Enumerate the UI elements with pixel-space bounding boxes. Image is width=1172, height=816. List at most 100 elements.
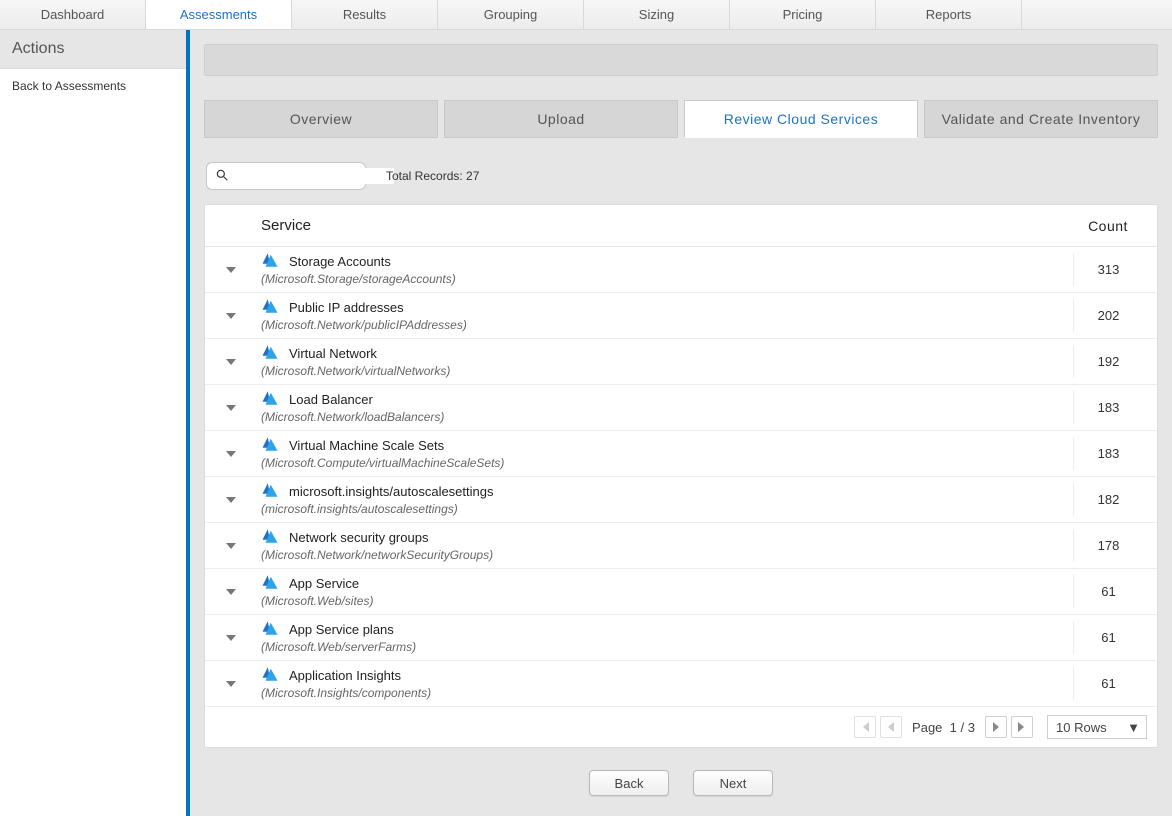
- service-name: Network security groups: [289, 530, 428, 545]
- table-row: Virtual Network (Microsoft.Network/virtu…: [205, 339, 1157, 385]
- count-cell: 313: [1073, 253, 1143, 286]
- search-row: Total Records: 27: [206, 162, 1158, 190]
- inner-tab-review-cloud-services[interactable]: Review Cloud Services: [684, 100, 918, 138]
- pager-next-button[interactable]: [985, 716, 1007, 738]
- expand-row-button[interactable]: [219, 626, 243, 650]
- expand-row-button[interactable]: [219, 534, 243, 558]
- service-subtext: (microsoft.insights/autoscalesettings): [261, 502, 1073, 516]
- service-cell: Virtual Machine Scale Sets (Microsoft.Co…: [261, 437, 1073, 470]
- inner-tab-upload[interactable]: Upload: [444, 100, 678, 138]
- table-row: Load Balancer (Microsoft.Network/loadBal…: [205, 385, 1157, 431]
- table-row: App Service plans (Microsoft.Web/serverF…: [205, 615, 1157, 661]
- service-subtext: (Microsoft.Web/sites): [261, 594, 1073, 608]
- service-cell: Storage Accounts (Microsoft.Storage/stor…: [261, 253, 1073, 286]
- table-row: App Service (Microsoft.Web/sites) 61: [205, 569, 1157, 615]
- pager-first-button[interactable]: [854, 716, 876, 738]
- rows-per-page-label: 10 Rows: [1056, 720, 1107, 735]
- expand-row-button[interactable]: [219, 258, 243, 282]
- tab-assessments[interactable]: Assessments: [146, 0, 292, 29]
- count-cell: 178: [1073, 529, 1143, 562]
- total-records-label: Total Records: 27: [386, 169, 479, 183]
- azure-icon: [261, 253, 279, 270]
- azure-icon: [261, 529, 279, 546]
- service-cell: Virtual Network (Microsoft.Network/virtu…: [261, 345, 1073, 378]
- service-cell: App Service plans (Microsoft.Web/serverF…: [261, 621, 1073, 654]
- pager-last-button[interactable]: [1011, 716, 1033, 738]
- search-input[interactable]: [235, 168, 394, 184]
- tab-sizing[interactable]: Sizing: [584, 0, 730, 29]
- azure-icon: [261, 299, 279, 316]
- service-name: App Service plans: [289, 622, 394, 637]
- azure-icon: [261, 483, 279, 500]
- service-name: Load Balancer: [289, 392, 373, 407]
- service-subtext: (Microsoft.Web/serverFarms): [261, 640, 1073, 654]
- main-content: Overview Upload Review Cloud Services Va…: [190, 30, 1172, 816]
- tab-dashboard[interactable]: Dashboard: [0, 0, 146, 29]
- tab-grouping[interactable]: Grouping: [438, 0, 584, 29]
- back-to-assessments-link[interactable]: Back to Assessments: [0, 69, 186, 103]
- inner-tabs: Overview Upload Review Cloud Services Va…: [204, 100, 1158, 138]
- expand-row-button[interactable]: [219, 488, 243, 512]
- azure-icon: [261, 391, 279, 408]
- chevron-down-icon: ▼: [1127, 720, 1140, 735]
- azure-icon: [261, 345, 279, 362]
- azure-icon: [261, 621, 279, 638]
- back-button[interactable]: Back: [589, 770, 669, 796]
- service-name: Public IP addresses: [289, 300, 404, 315]
- expand-row-button[interactable]: [219, 304, 243, 328]
- table-row: Network security groups (Microsoft.Netwo…: [205, 523, 1157, 569]
- service-cell: App Service (Microsoft.Web/sites): [261, 575, 1073, 608]
- service-cell: microsoft.insights/autoscalesettings (mi…: [261, 483, 1073, 516]
- service-subtext: (Microsoft.Network/networkSecurityGroups…: [261, 548, 1073, 562]
- service-name: App Service: [289, 576, 359, 591]
- service-name: Storage Accounts: [289, 254, 391, 269]
- search-icon: [215, 168, 229, 185]
- table-row: microsoft.insights/autoscalesettings (mi…: [205, 477, 1157, 523]
- azure-icon: [261, 575, 279, 592]
- pager-prev-button[interactable]: [880, 716, 902, 738]
- page-label: Page 1 / 3: [912, 720, 975, 735]
- table-header: Service Count: [205, 205, 1157, 247]
- table-row: Application Insights (Microsoft.Insights…: [205, 661, 1157, 707]
- toolbar-strip: [204, 44, 1158, 76]
- service-subtext: (Microsoft.Compute/virtualMachineScaleSe…: [261, 456, 1073, 470]
- expand-row-button[interactable]: [219, 672, 243, 696]
- table-row: Virtual Machine Scale Sets (Microsoft.Co…: [205, 431, 1157, 477]
- count-cell: 192: [1073, 345, 1143, 378]
- sidebar: Actions Back to Assessments: [0, 30, 190, 816]
- service-subtext: (Microsoft.Network/loadBalancers): [261, 410, 1073, 424]
- service-name: Virtual Network: [289, 346, 377, 361]
- top-nav: Dashboard Assessments Results Grouping S…: [0, 0, 1172, 30]
- service-name: Virtual Machine Scale Sets: [289, 438, 444, 453]
- expand-row-button[interactable]: [219, 350, 243, 374]
- services-table: Service Count Storage Accounts (Microsof…: [204, 204, 1158, 748]
- service-subtext: (Microsoft.Insights/components): [261, 686, 1073, 700]
- column-header-service[interactable]: Service: [261, 217, 1073, 234]
- service-cell: Load Balancer (Microsoft.Network/loadBal…: [261, 391, 1073, 424]
- inner-tab-overview[interactable]: Overview: [204, 100, 438, 138]
- tab-reports[interactable]: Reports: [876, 0, 1022, 29]
- pager-group: Page 1 / 3: [854, 716, 1033, 738]
- search-box[interactable]: [206, 162, 366, 190]
- count-cell: 61: [1073, 667, 1143, 700]
- table-row: Public IP addresses (Microsoft.Network/p…: [205, 293, 1157, 339]
- table-row: Storage Accounts (Microsoft.Storage/stor…: [205, 247, 1157, 293]
- service-cell: Application Insights (Microsoft.Insights…: [261, 667, 1073, 700]
- expand-row-button[interactable]: [219, 442, 243, 466]
- service-subtext: (Microsoft.Storage/storageAccounts): [261, 272, 1073, 286]
- expand-row-button[interactable]: [219, 396, 243, 420]
- service-cell: Public IP addresses (Microsoft.Network/p…: [261, 299, 1073, 332]
- next-button[interactable]: Next: [693, 770, 773, 796]
- expand-row-button[interactable]: [219, 580, 243, 604]
- bottom-buttons: Back Next: [204, 748, 1158, 802]
- tab-pricing[interactable]: Pricing: [730, 0, 876, 29]
- column-header-count[interactable]: Count: [1073, 218, 1143, 234]
- count-cell: 61: [1073, 575, 1143, 608]
- inner-tab-validate-inventory[interactable]: Validate and Create Inventory: [924, 100, 1158, 138]
- tab-results[interactable]: Results: [292, 0, 438, 29]
- service-subtext: (Microsoft.Network/publicIPAddresses): [261, 318, 1073, 332]
- count-cell: 202: [1073, 299, 1143, 332]
- rows-per-page-select[interactable]: 10 Rows ▼: [1047, 715, 1147, 739]
- sidebar-title: Actions: [0, 30, 186, 69]
- service-cell: Network security groups (Microsoft.Netwo…: [261, 529, 1073, 562]
